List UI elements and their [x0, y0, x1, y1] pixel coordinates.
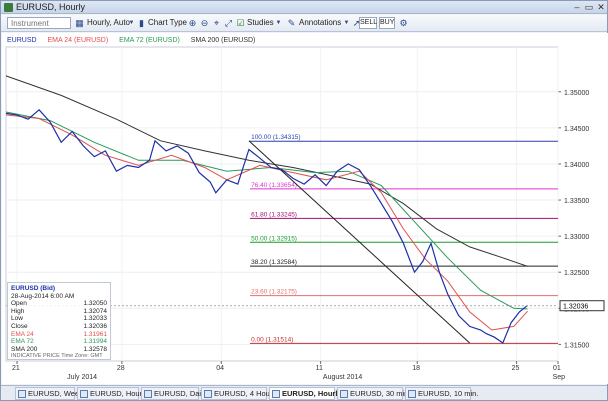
y-tick-label: 1.34500 — [564, 126, 589, 133]
fib-level-label: 76.40 (1.33654) — [251, 182, 297, 189]
x-period-label: Sep — [553, 374, 566, 381]
chart-tab-icon — [18, 390, 26, 398]
settings-icon[interactable]: ⚙ — [398, 18, 409, 29]
chart-type-icon: ▮ — [139, 18, 144, 28]
y-tick-label: 1.31500 — [564, 342, 589, 349]
fib-level-label: 50.00 (1.32915) — [251, 235, 297, 242]
period-select[interactable]: Hourly, Auto — [87, 18, 130, 28]
ohlc-info-box: EURUSD (Bid) 28-Aug-2014 6:00 AM Open 1.3… — [7, 282, 111, 360]
ohlc-row: EMA 72 1.31994 — [11, 338, 107, 346]
legend-symbol: EURUSD — [7, 37, 37, 44]
annotations-button[interactable]: Annotations — [299, 18, 341, 28]
chart-app-icon — [4, 3, 13, 12]
last-price-label: 1.32036 — [563, 304, 588, 311]
fib-level-label: 38.20 (1.32584) — [251, 259, 297, 266]
chart-tabs: EURUSD, Weekly EURUSD, Hourly EURUSD, Da… — [1, 385, 607, 400]
tab-hourly-active[interactable]: EURUSD, Hourly — [269, 387, 342, 400]
x-tick-label: 04 — [216, 365, 224, 372]
chart-window: EURUSD, Hourly – ▭ ✕ ▦ Hourly, Auto ▼ ▮ … — [0, 0, 608, 401]
studies-icon: ☑ — [236, 18, 245, 28]
title-bar: EURUSD, Hourly – ▭ ✕ — [1, 1, 607, 14]
ohlc-note: INDICATIVE PRICE Time Zone: GMT — [11, 353, 103, 360]
ohlc-row: High 1.32074 — [11, 307, 107, 315]
minimize-button[interactable]: – — [571, 2, 583, 12]
studies-button[interactable]: Studies — [247, 18, 274, 28]
chart-tab-icon — [204, 390, 212, 398]
x-tick-label: 28 — [117, 365, 125, 372]
ohlc-row: Close 1.32036 — [11, 322, 107, 330]
y-tick-label: 1.34000 — [564, 162, 589, 169]
zoom-out-icon[interactable]: ⊖ — [199, 18, 210, 29]
cursor-icon[interactable]: ⌖ — [211, 18, 222, 29]
instrument-input[interactable] — [7, 17, 71, 29]
ohlc-row: Low 1.32033 — [11, 315, 107, 323]
studies-chevron-icon[interactable]: ▼ — [273, 18, 284, 29]
chart-legend: EURUSD EMA 24 (EURUSD) EMA 72 (EURUSD) S… — [7, 36, 264, 46]
x-tick-label: 18 — [412, 365, 420, 372]
chart-tab-icon — [80, 390, 88, 398]
y-tick-label: 1.35000 — [564, 90, 589, 97]
window-title: EURUSD, Hourly — [16, 2, 86, 12]
fib-level-label: 61.80 (1.33245) — [251, 211, 297, 218]
fit-icon[interactable]: ⤢ — [223, 18, 234, 29]
legend-ema24: EMA 24 (EURUSD) — [47, 37, 109, 44]
tab-10-min[interactable]: EURUSD, 10 min. — [405, 387, 478, 400]
tab-weekly[interactable]: EURUSD, Weekly — [15, 387, 88, 400]
x-tick-label: 01 — [553, 365, 561, 372]
y-tick-label: 1.33500 — [564, 198, 589, 205]
tab-hourly[interactable]: EURUSD, Hourly — [77, 387, 148, 400]
chart-toolbar: ▦ Hourly, Auto ▼ ▮ Chart Type ⊕ ⊖ ⌖ ⤢ ☑ … — [1, 15, 607, 32]
restore-button[interactable]: ▭ — [583, 2, 595, 12]
x-tick-label: 25 — [512, 365, 520, 372]
y-tick-label: 1.33000 — [564, 234, 589, 241]
ohlc-date: 28-Aug-2014 6:00 AM — [11, 292, 75, 300]
chart-tab-icon — [272, 390, 280, 398]
close-button[interactable]: ✕ — [595, 2, 607, 12]
tab-daily[interactable]: EURUSD, Daily — [141, 387, 207, 400]
period-icon: ▦ — [75, 18, 84, 28]
y-tick-label: 1.32500 — [564, 270, 589, 277]
chart-tab-icon — [144, 390, 152, 398]
legend-sma200: SMA 200 (EURUSD) — [190, 37, 256, 44]
fib-level-label: 23.60 (1.32175) — [251, 289, 297, 296]
annotations-icon: ✎ — [287, 18, 296, 28]
chart-tab-icon — [340, 390, 348, 398]
x-tick-label: 11 — [316, 365, 323, 372]
chart-type-button[interactable]: Chart Type — [148, 18, 187, 28]
legend-ema72: EMA 72 (EURUSD) — [119, 37, 180, 44]
fib-level-label: 100.00 (1.34315) — [251, 134, 301, 141]
x-tick-label: 21 — [12, 365, 20, 372]
tab-4-hours[interactable]: EURUSD, 4 Hours — [201, 387, 276, 400]
zoom-in-icon[interactable]: ⊕ — [187, 18, 198, 29]
ohlc-row: Open 1.32050 — [11, 300, 107, 308]
tab-30-min[interactable]: EURUSD, 30 min. — [337, 387, 410, 400]
ohlc-row: SMA 200 1.32578 — [11, 345, 107, 353]
fib-level-label: 0.00 (1.31514) — [251, 336, 293, 343]
sell-button[interactable]: SELL — [359, 17, 377, 29]
x-period-label: July 2014 — [67, 374, 97, 381]
chart-tab-icon — [408, 390, 416, 398]
buy-button[interactable]: BUY — [379, 17, 395, 29]
ohlc-row: EMA 24 1.31961 — [11, 330, 107, 338]
ohlc-title: EURUSD (Bid) — [11, 285, 56, 292]
x-period-label: August 2014 — [323, 374, 362, 381]
